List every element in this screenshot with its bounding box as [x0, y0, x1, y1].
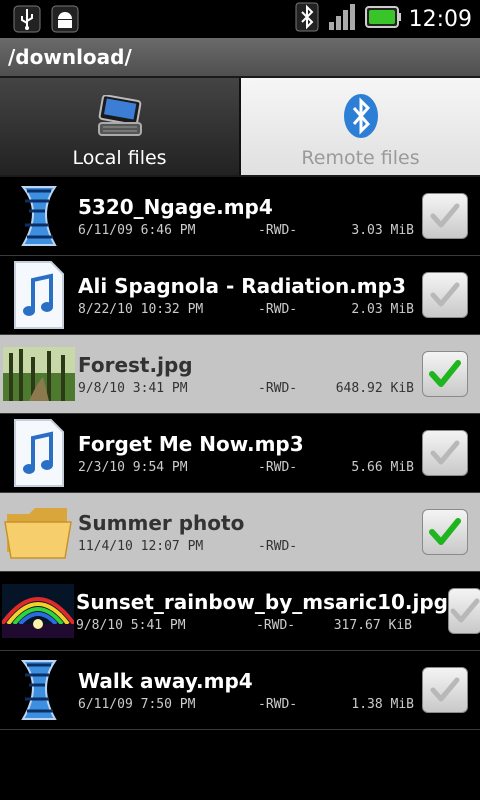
file-size: 1.38 MiB	[351, 696, 414, 712]
file-row[interactable]: Forest.jpg 9/8/10 3:41 PM -RWD- 648.92 K…	[0, 335, 480, 414]
battery-icon	[364, 5, 401, 33]
current-path: /download/	[0, 38, 480, 76]
image-thumbnail-sunset	[2, 574, 74, 648]
file-permissions: -RWD-	[258, 696, 298, 712]
check-mark-icon	[429, 360, 461, 387]
file-date: 6/11/09 6:46 PM	[78, 222, 196, 238]
file-date: 8/22/10 10:32 PM	[78, 301, 204, 317]
file-date: 2/3/10 9:54 PM	[78, 459, 188, 475]
signal-icon	[327, 2, 357, 36]
bluetooth-icon	[343, 93, 379, 143]
file-name: Sunset_rainbow_by_msaric10.jpg	[76, 589, 448, 614]
file-row[interactable]: Ali Spagnola - Radiation.mp3 8/22/10 10:…	[0, 256, 480, 335]
tab-local-files-label: Local files	[72, 147, 167, 169]
file-checkbox[interactable]	[447, 588, 480, 634]
file-row[interactable]: 5320_Ngage.mp4 6/11/09 6:46 PM -RWD- 3.0…	[0, 177, 480, 256]
file-checkbox[interactable]	[422, 193, 468, 239]
file-name: Summer photo	[78, 510, 245, 535]
audio-file-icon	[2, 416, 76, 490]
video-file-icon	[2, 653, 76, 727]
file-row[interactable]: Summer photo 11/4/10 12:07 PM -RWD-	[0, 493, 480, 572]
file-checkbox[interactable]	[422, 667, 468, 713]
check-mark-icon	[450, 598, 480, 623]
device-icon	[97, 94, 143, 143]
status-bar: 12:09	[0, 0, 480, 38]
file-row[interactable]: Walk away.mp4 6/11/09 7:50 PM -RWD- 1.38…	[0, 651, 480, 730]
check-mark-icon	[430, 440, 460, 465]
tab-local-files[interactable]: Local files	[0, 78, 241, 175]
file-row[interactable]: Forget Me Now.mp3 2/3/10 9:54 PM -RWD- 5…	[0, 414, 480, 493]
video-file-icon	[2, 179, 76, 253]
file-name: 5320_Ngage.mp4	[78, 194, 273, 219]
file-size: 2.03 MiB	[351, 301, 414, 317]
file-permissions: -RWD-	[258, 301, 298, 317]
file-name: Ali Spagnola - Radiation.mp3	[78, 273, 406, 298]
file-checkbox[interactable]	[422, 272, 468, 318]
check-mark-icon	[429, 518, 461, 545]
clock: 12:09	[408, 6, 472, 32]
file-permissions: -RWD-	[258, 459, 298, 475]
tab-remote-files-label: Remote files	[301, 147, 420, 169]
bluetooth-status-icon	[295, 2, 319, 36]
file-date: 6/11/09 7:50 PM	[78, 696, 196, 712]
file-size: 5.66 MiB	[351, 459, 414, 475]
file-checkbox[interactable]	[422, 509, 468, 555]
file-size: 317.67 KiB	[333, 617, 412, 633]
usb-icon	[12, 4, 42, 34]
file-checkbox[interactable]	[422, 430, 468, 476]
file-permissions: -RWD-	[258, 222, 298, 238]
check-mark-icon	[430, 282, 460, 307]
tab-remote-files[interactable]: Remote files	[241, 78, 480, 175]
file-checkbox[interactable]	[422, 351, 468, 397]
image-thumbnail-forest	[2, 337, 76, 411]
file-size: 648.92 KiB	[335, 380, 414, 396]
check-mark-icon	[430, 677, 460, 702]
tab-bar: Local files Remote files	[0, 76, 480, 177]
file-size: 3.03 MiB	[351, 222, 414, 238]
android-icon	[50, 4, 80, 34]
file-name: Walk away.mp4	[78, 668, 253, 693]
file-name: Forget Me Now.mp3	[78, 431, 304, 456]
check-mark-icon	[430, 203, 460, 228]
file-date: 9/8/10 5:41 PM	[76, 617, 186, 633]
file-name: Forest.jpg	[78, 352, 193, 377]
audio-file-icon	[2, 258, 76, 332]
file-date: 9/8/10 3:41 PM	[78, 380, 188, 396]
file-permissions: -RWD-	[256, 617, 296, 633]
file-size	[328, 539, 414, 554]
file-permissions: -RWD-	[258, 380, 298, 396]
file-permissions: -RWD-	[258, 538, 298, 554]
file-date: 11/4/10 12:07 PM	[78, 538, 204, 554]
file-list: 5320_Ngage.mp4 6/11/09 6:46 PM -RWD- 3.0…	[0, 177, 480, 730]
file-row[interactable]: Sunset_rainbow_by_msaric10.jpg 9/8/10 5:…	[0, 572, 480, 651]
folder-icon	[2, 495, 76, 569]
